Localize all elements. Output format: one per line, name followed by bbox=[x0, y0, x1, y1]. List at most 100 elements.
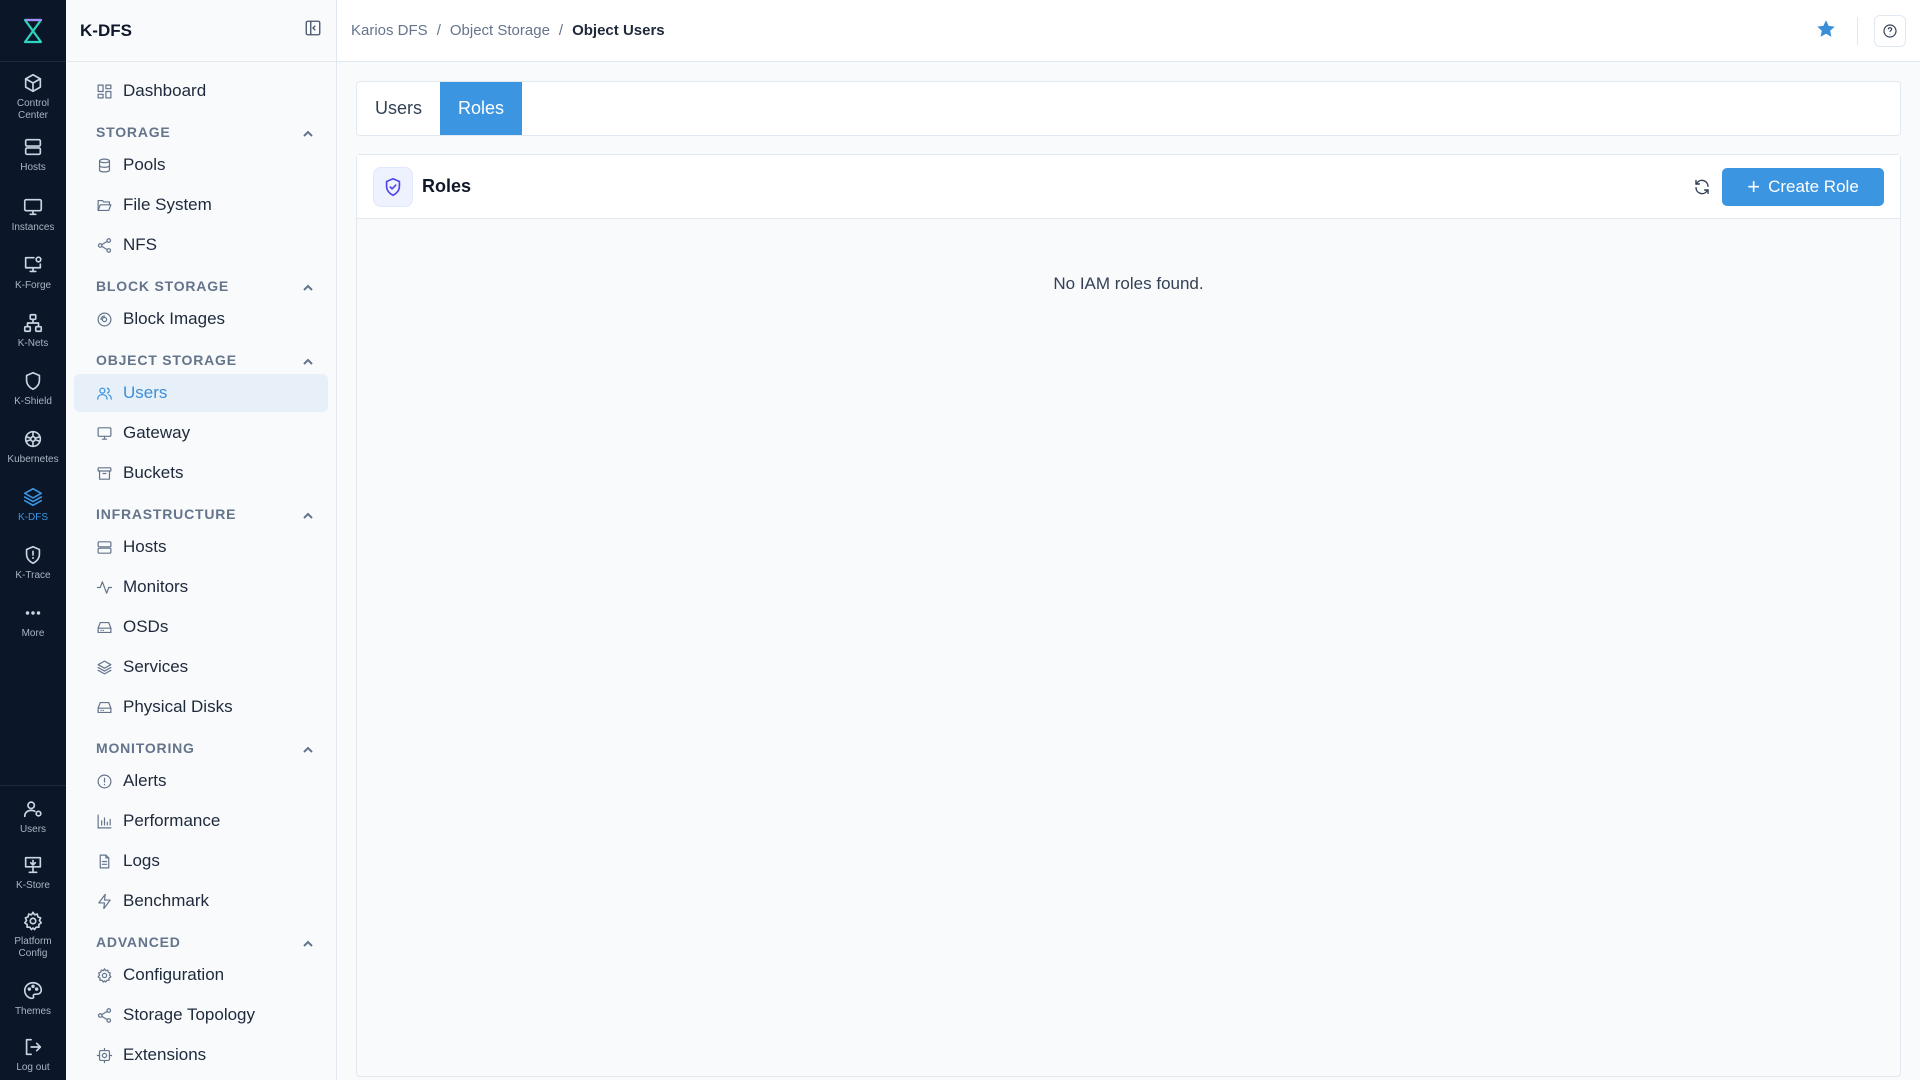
chevron-up-icon bbox=[303, 130, 313, 137]
shield-check-icon bbox=[385, 177, 401, 196]
sidebar-item-benchmark[interactable]: Benchmark bbox=[74, 882, 328, 920]
rail-label: K-Store bbox=[16, 880, 50, 891]
top-bar: Karios DFS / Object Storage / Object Use… bbox=[337, 0, 1920, 62]
section-monitoring[interactable]: MONITORING bbox=[74, 730, 328, 760]
sidebar-item-dashboard[interactable]: Dashboard bbox=[74, 72, 328, 110]
refresh-button[interactable] bbox=[1690, 175, 1714, 199]
app-logo[interactable] bbox=[0, 0, 66, 62]
sidebar-item-block-images[interactable]: Block Images bbox=[74, 300, 328, 338]
section-infrastructure[interactable]: INFRASTRUCTURE bbox=[74, 496, 328, 526]
rail-bottom: Users K-Store Platform Config Themes Log… bbox=[0, 785, 66, 1080]
rail-item-k-dfs[interactable]: K-DFS bbox=[0, 476, 66, 534]
sidebar-item-monitors[interactable]: Monitors bbox=[74, 568, 328, 606]
rail-label: Instances bbox=[11, 222, 55, 233]
palette-icon bbox=[23, 981, 43, 1000]
rail-label: Kubernetes bbox=[7, 454, 59, 465]
sidebar-item-logs[interactable]: Logs bbox=[74, 842, 328, 880]
section-object-storage[interactable]: OBJECT STORAGE bbox=[74, 342, 328, 372]
sidebar-item-label: Dashboard bbox=[123, 81, 207, 100]
rail-item-kubernetes[interactable]: Kubernetes bbox=[0, 418, 66, 476]
rail-item-more[interactable]: More bbox=[0, 592, 66, 650]
roles-badge bbox=[373, 166, 413, 207]
sidebar-item-label: Logs bbox=[123, 851, 160, 870]
sidebar-item-label: NFS bbox=[123, 235, 157, 254]
panel-title: Roles bbox=[422, 176, 472, 196]
server-icon bbox=[97, 540, 112, 554]
sidebar-item-label: Configuration bbox=[123, 965, 225, 984]
sidebar-item-file-system[interactable]: File System bbox=[74, 186, 328, 224]
star-icon bbox=[1817, 19, 1835, 37]
zap-icon bbox=[98, 893, 111, 909]
sidebar-item-label: Gateway bbox=[123, 423, 191, 442]
section-title: MONITORING bbox=[96, 740, 195, 756]
breadcrumb-item[interactable]: Object Storage bbox=[450, 22, 550, 39]
top-actions bbox=[1815, 15, 1906, 47]
sidebar-item-nfs[interactable]: NFS bbox=[74, 226, 328, 264]
divider bbox=[1857, 17, 1858, 45]
rail-item-hosts[interactable]: Hosts bbox=[0, 128, 66, 186]
tab-users[interactable]: Users bbox=[357, 82, 440, 135]
sidebar-item-label: Buckets bbox=[123, 463, 184, 482]
sidebar-item-alerts[interactable]: Alerts bbox=[74, 762, 328, 800]
sidebar-item-services[interactable]: Services bbox=[74, 648, 328, 686]
tab-roles[interactable]: Roles bbox=[440, 82, 523, 135]
rail-item-k-trace[interactable]: K-Trace bbox=[0, 534, 66, 592]
section-title: INFRASTRUCTURE bbox=[96, 506, 237, 522]
rail-item-log-out[interactable]: Log out bbox=[0, 1028, 66, 1080]
sidebar-item-physical-disks[interactable]: Physical Disks bbox=[74, 688, 328, 726]
hard-drive-icon bbox=[97, 701, 112, 713]
sidebar-item-pools[interactable]: Pools bbox=[74, 146, 328, 184]
sidebar-item-label: Performance bbox=[123, 811, 221, 830]
create-role-button[interactable]: + Create Role bbox=[1722, 168, 1884, 206]
rail-label: Themes bbox=[14, 1006, 52, 1017]
rail-item-k-shield[interactable]: K-Shield bbox=[0, 360, 66, 418]
sidebar-item-hosts[interactable]: Hosts bbox=[74, 528, 328, 566]
users-icon bbox=[97, 387, 112, 400]
rail-item-themes[interactable]: Themes bbox=[0, 970, 66, 1028]
help-button[interactable] bbox=[1874, 15, 1906, 47]
empty-state-message: No IAM roles found. bbox=[1053, 274, 1204, 293]
section-storage[interactable]: STORAGE bbox=[74, 114, 328, 144]
section-block-storage[interactable]: BLOCK STORAGE bbox=[74, 268, 328, 298]
breadcrumb-item[interactable]: Karios DFS bbox=[351, 22, 428, 39]
rail-item-platform-config[interactable]: Platform Config bbox=[0, 902, 66, 970]
activity-icon bbox=[96, 580, 113, 594]
sidebar-item-storage-topology[interactable]: Storage Topology bbox=[74, 996, 328, 1034]
section-title: BLOCK STORAGE bbox=[96, 278, 230, 294]
sidebar-item-performance[interactable]: Performance bbox=[74, 802, 328, 840]
rail-label: K-Nets bbox=[17, 338, 49, 349]
puzzle-icon bbox=[96, 1047, 113, 1063]
create-role-label: Create Role bbox=[1768, 177, 1859, 196]
rail-label: K-Forge bbox=[14, 280, 52, 291]
chevron-up-icon bbox=[303, 284, 313, 291]
sidebar-item-osds[interactable]: OSDs bbox=[74, 608, 328, 646]
logout-icon bbox=[25, 1038, 42, 1056]
rail-item-k-store[interactable]: K-Store bbox=[0, 844, 66, 902]
rail-item-k-nets[interactable]: K-Nets bbox=[0, 302, 66, 360]
bar-chart-icon bbox=[97, 814, 112, 828]
share-icon bbox=[97, 237, 112, 253]
favorite-button[interactable] bbox=[1815, 18, 1837, 45]
rail-label: K-DFS bbox=[18, 512, 48, 523]
sidebar-item-gateway[interactable]: Gateway bbox=[74, 414, 328, 452]
rail-label: More bbox=[21, 628, 45, 639]
rail-item-users[interactable]: Users bbox=[0, 786, 66, 844]
sidebar-collapse-button[interactable] bbox=[304, 19, 322, 42]
sidebar-item-configuration[interactable]: Configuration bbox=[74, 956, 328, 994]
sidebar-item-label: Block Images bbox=[123, 309, 226, 328]
sidebar-item-label: Extensions bbox=[123, 1045, 207, 1064]
rail-label: Platform Config bbox=[14, 936, 52, 959]
rail-label: K-Trace bbox=[15, 570, 51, 581]
rail-item-instances[interactable]: Instances bbox=[0, 186, 66, 244]
sidebar-item-users[interactable]: Users bbox=[74, 374, 328, 412]
rail-item-k-forge[interactable]: K-Forge bbox=[0, 244, 66, 302]
helm-icon bbox=[24, 430, 42, 448]
rail-item-control-center[interactable]: Control Center bbox=[0, 62, 66, 128]
breadcrumb: Karios DFS / Object Storage / Object Use… bbox=[351, 22, 665, 39]
sidebar: K-DFS Dashboard STORAGE Pools File Syste… bbox=[66, 0, 337, 1080]
sidebar-item-label: Storage Topology bbox=[123, 1005, 256, 1024]
layers-icon bbox=[23, 487, 43, 507]
section-advanced[interactable]: ADVANCED bbox=[74, 924, 328, 954]
sidebar-item-extensions[interactable]: Extensions bbox=[74, 1036, 328, 1074]
sidebar-item-buckets[interactable]: Buckets bbox=[74, 454, 328, 492]
